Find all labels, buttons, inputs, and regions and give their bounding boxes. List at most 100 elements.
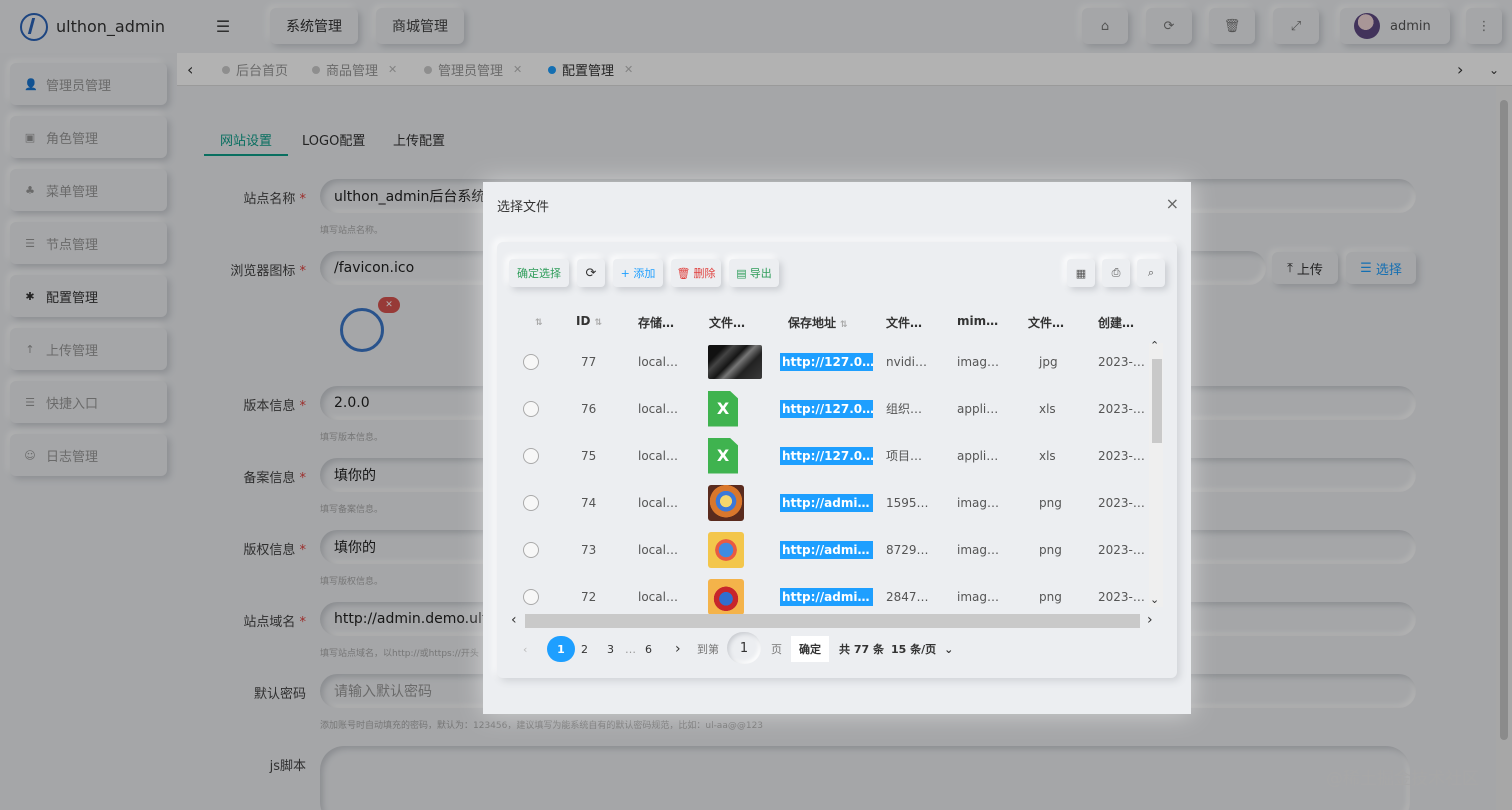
prev-page-icon[interactable]: ‹ bbox=[523, 636, 527, 662]
table-row[interactable]: 76 local… Xhttp://127.0… 组织… appli… xls 2023-… bbox=[497, 385, 1157, 432]
url-link[interactable]: http://admi… bbox=[780, 526, 873, 573]
goto-confirm-button[interactable]: 确定 bbox=[791, 636, 829, 662]
per-page-select[interactable]: 15 条/页 ⌄ bbox=[891, 636, 953, 662]
url-link[interactable]: http://admi… bbox=[780, 573, 873, 620]
cell-ext: png bbox=[1039, 495, 1062, 510]
url-link[interactable]: http://admi… bbox=[780, 479, 873, 526]
next-page-icon[interactable]: › bbox=[675, 636, 681, 662]
cell-mime: appli… bbox=[957, 448, 999, 463]
cell-ext: xls bbox=[1039, 401, 1056, 416]
delete-label: 删除 bbox=[693, 267, 716, 280]
cell-created: 2023-… bbox=[1098, 401, 1145, 416]
goto-page-input[interactable]: 1 bbox=[727, 632, 761, 664]
thumbnail[interactable] bbox=[708, 526, 744, 573]
cell-ext: png bbox=[1039, 542, 1062, 557]
thumbnail[interactable] bbox=[708, 338, 762, 385]
cell-storage: local… bbox=[638, 542, 678, 557]
col-header-ext: 文件… bbox=[1028, 316, 1065, 330]
cell-mime: imag… bbox=[957, 354, 999, 369]
chevron-up-icon[interactable]: ⌃ bbox=[1150, 339, 1159, 352]
cell-name: 项目… bbox=[886, 449, 923, 463]
cell-id: 76 bbox=[581, 401, 597, 416]
row-radio[interactable] bbox=[523, 526, 539, 573]
export-icon: ▤ bbox=[736, 266, 747, 280]
goto-label: 到第 bbox=[697, 643, 719, 656]
scrollbar-thumb[interactable] bbox=[1152, 359, 1162, 443]
delete-button[interactable]: 🗑 删除 bbox=[671, 259, 721, 287]
url-link[interactable]: http://127.0… bbox=[780, 385, 873, 432]
cell-storage: local… bbox=[638, 589, 678, 604]
row-radio[interactable] bbox=[523, 479, 539, 526]
table-row[interactable]: 77 local… http://127.0… nvidi… imag… jpg 2023-… bbox=[497, 338, 1157, 385]
col-header-id[interactable]: ID ⇅ bbox=[576, 314, 602, 328]
cell-storage: local… bbox=[638, 495, 678, 510]
cell-id: 77 bbox=[581, 354, 597, 369]
export-button[interactable]: ▤ 导出 bbox=[729, 259, 779, 287]
search-icon[interactable]: ⌕ bbox=[1137, 259, 1165, 287]
cell-name: 2847… bbox=[886, 589, 929, 604]
cell-id: 74 bbox=[581, 495, 597, 510]
modal-title: 选择文件 bbox=[497, 200, 550, 215]
export-label: 导出 bbox=[749, 267, 772, 280]
cell-name: 8729… bbox=[886, 542, 929, 557]
select-file-modal: 选择文件 × 确定选择 ⟳ + 添加 🗑 删除 ▤ 导出 ▦ ⎙ ⌕ ⇅ ID ⇅ 存… bbox=[483, 182, 1191, 714]
scroll-left-icon[interactable]: ‹ bbox=[511, 612, 517, 628]
cell-name: nvidi… bbox=[886, 354, 927, 369]
table-row[interactable]: 72 local… http://admi… 2847… imag… png 2023-… bbox=[497, 573, 1157, 620]
columns-icon[interactable]: ▦ bbox=[1067, 259, 1095, 287]
page-6[interactable]: 6 bbox=[645, 636, 652, 662]
col-header-thumb: 文件… bbox=[709, 316, 746, 330]
print-icon[interactable]: ⎙ bbox=[1102, 259, 1130, 287]
cell-mime: imag… bbox=[957, 542, 999, 557]
col-header-url[interactable]: 保存地址 ⇅ bbox=[788, 314, 848, 331]
cell-created: 2023-… bbox=[1098, 589, 1145, 604]
close-icon[interactable]: × bbox=[1166, 194, 1179, 213]
cell-created: 2023-… bbox=[1098, 448, 1145, 463]
cell-storage: local… bbox=[638, 401, 678, 416]
chevron-down-icon[interactable]: ⌄ bbox=[1150, 593, 1159, 606]
cell-id: 75 bbox=[581, 448, 597, 463]
file-table-panel: 确定选择 ⟳ + 添加 🗑 删除 ▤ 导出 ▦ ⎙ ⌕ ⇅ ID ⇅ 存储… 文件… … bbox=[497, 242, 1177, 678]
thumbnail[interactable]: X bbox=[708, 432, 738, 479]
col-header-name: 文件… bbox=[886, 316, 923, 330]
table-row[interactable]: 74 local… http://admi… 1595… imag… png 2023-… bbox=[497, 479, 1157, 526]
table-hscrollbar[interactable] bbox=[525, 614, 1140, 628]
sort-icon[interactable]: ⇅ bbox=[531, 314, 543, 328]
cell-id: 73 bbox=[581, 542, 597, 557]
row-radio[interactable] bbox=[523, 385, 539, 432]
total-count: 共 77 条 bbox=[839, 643, 884, 656]
cell-storage: local… bbox=[638, 448, 678, 463]
url-link[interactable]: http://127.0… bbox=[780, 338, 873, 385]
cell-storage: local… bbox=[638, 354, 678, 369]
cell-mime: imag… bbox=[957, 589, 999, 604]
thumbnail[interactable] bbox=[708, 573, 744, 620]
page-1[interactable]: 1 bbox=[547, 636, 575, 662]
thumbnail[interactable]: X bbox=[708, 385, 738, 432]
thumbnail[interactable] bbox=[708, 479, 744, 526]
chevron-down-icon: ⌄ bbox=[944, 642, 954, 656]
col-header-mime: mim… bbox=[957, 314, 999, 328]
add-button[interactable]: + 添加 bbox=[613, 259, 663, 287]
table-row[interactable]: 73 local… http://admi… 8729… imag… png 2023-… bbox=[497, 526, 1157, 573]
cell-created: 2023-… bbox=[1098, 354, 1145, 369]
page-2[interactable]: 2 bbox=[581, 636, 588, 662]
url-link[interactable]: http://127.0… bbox=[780, 432, 873, 479]
table-row[interactable]: 75 local… Xhttp://127.0… 项目… appli… xls 2023-… bbox=[497, 432, 1157, 479]
row-radio[interactable] bbox=[523, 338, 539, 385]
pagination: ‹ 1 2 3 … 6 › 到第 1 页 确定 共 77 条 15 条/页 ⌄ bbox=[511, 632, 1171, 664]
cell-ext: png bbox=[1039, 589, 1062, 604]
col-header-created: 创建… bbox=[1098, 316, 1135, 330]
cell-created: 2023-… bbox=[1098, 495, 1145, 510]
cell-ext: jpg bbox=[1039, 354, 1058, 369]
page-unit-label: 页 bbox=[771, 643, 782, 656]
cell-name: 组织… bbox=[886, 402, 923, 416]
page-3[interactable]: 3 bbox=[607, 636, 614, 662]
row-radio[interactable] bbox=[523, 432, 539, 479]
cell-ext: xls bbox=[1039, 448, 1056, 463]
refresh-icon[interactable]: ⟳ bbox=[577, 259, 605, 287]
cell-mime: imag… bbox=[957, 495, 999, 510]
scroll-right-icon[interactable]: › bbox=[1147, 612, 1153, 628]
table-vscrollbar[interactable]: ⌃ ⌄ bbox=[1149, 339, 1163, 607]
confirm-select-button[interactable]: 确定选择 bbox=[509, 259, 569, 287]
row-radio[interactable] bbox=[523, 573, 539, 620]
